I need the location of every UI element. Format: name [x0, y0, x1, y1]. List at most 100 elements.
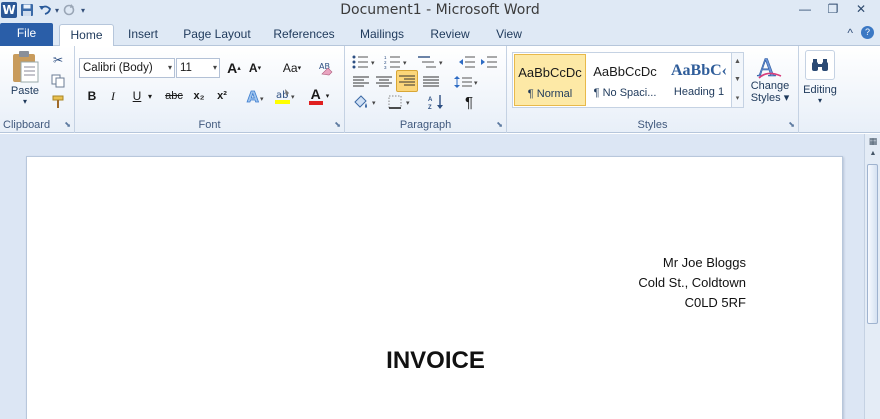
underline-button[interactable]: U — [128, 86, 146, 106]
show-hide-icon[interactable]: ¶ — [459, 92, 479, 112]
cut-icon[interactable]: ✂ — [48, 50, 68, 70]
change-styles-button[interactable]: A Change Styles ▾ — [746, 50, 794, 104]
style-no-spacing-name: ¶ No Spaci... — [593, 87, 657, 99]
paragraph-group: ▾ 1 2 3 ▾ ▾ ▾ ▾ ▾ A Z ¶ Paragraph ⬊ — [345, 46, 507, 133]
justify-icon[interactable] — [421, 72, 441, 92]
window-title: Document1 - Microsoft Word — [340, 2, 540, 18]
tab-page-layout[interactable]: Page Layout — [180, 24, 254, 46]
line-spacing-icon[interactable]: ▾ — [453, 72, 481, 92]
editing-button[interactable]: Editing ▾ — [801, 50, 839, 105]
document-area: Mr Joe Bloggs Cold St., Coldtown C0LD 5R… — [0, 134, 864, 419]
increase-indent-icon[interactable] — [479, 52, 499, 72]
format-painter-icon[interactable] — [48, 92, 68, 112]
svg-text:▾: ▾ — [474, 80, 478, 87]
close-button[interactable]: ✕ — [848, 0, 874, 18]
minimize-button[interactable]: — — [792, 0, 818, 18]
paste-button[interactable]: Paste ▾ — [6, 50, 44, 106]
font-size-combo[interactable]: 11 ▾ — [176, 58, 220, 78]
superscript-button[interactable]: x² — [211, 86, 233, 106]
tab-review[interactable]: Review — [425, 24, 475, 46]
invoice-heading: INVOICE — [386, 347, 485, 374]
copy-icon[interactable] — [48, 71, 68, 91]
tab-references[interactable]: References — [270, 24, 338, 46]
view-ruler-icon[interactable]: ▦ — [866, 136, 880, 150]
vertical-scrollbar[interactable]: ▦ ▲ — [864, 134, 880, 419]
align-right-icon[interactable] — [396, 70, 418, 92]
styles-down-icon[interactable]: ▼ — [734, 76, 741, 83]
clipboard-launcher-icon[interactable]: ⬊ — [64, 120, 71, 129]
sort-icon[interactable]: AZ — [427, 92, 447, 112]
highlight-icon: ab ▾ — [275, 89, 295, 104]
text-effects-icon: A ▾ — [247, 88, 264, 105]
styles-launcher-icon[interactable]: ⬊ — [788, 120, 795, 129]
help-icon[interactable]: ? — [861, 26, 874, 39]
scroll-up-icon[interactable]: ▲ — [866, 150, 880, 162]
binoculars-icon — [805, 50, 835, 80]
clear-formatting-icon[interactable]: AB — [316, 58, 336, 78]
bullets-icon[interactable]: ▾ — [351, 52, 379, 72]
shrink-font-button[interactable]: A ▾ — [245, 58, 265, 78]
style-no-spacing-sample: AaBbCcDc — [593, 64, 657, 79]
restore-button[interactable]: ❐ — [820, 0, 846, 18]
style-heading-1-sample: AaBbC‹ — [670, 62, 727, 79]
window-controls: — ❐ ✕ — [792, 0, 874, 18]
bold-button[interactable]: B — [83, 86, 101, 106]
paste-dropdown-icon: ▾ — [22, 97, 27, 106]
style-normal-sample: AaBbCcDc — [518, 65, 582, 80]
paste-icon — [13, 51, 39, 83]
font-size-value: 11 — [180, 62, 192, 74]
paragraph-group-label: Paragraph — [399, 119, 452, 131]
strikethrough-button[interactable]: abc — [162, 86, 186, 106]
decrease-indent-icon[interactable] — [457, 52, 477, 72]
minimize-ribbon-icon[interactable]: ^ — [847, 26, 853, 40]
svg-text:▾: ▾ — [439, 60, 443, 67]
tab-file[interactable]: File — [0, 23, 53, 46]
numbering-icon[interactable]: 1 2 3 ▾ — [383, 52, 411, 72]
svg-text:▾: ▾ — [371, 60, 375, 67]
text-effects-button[interactable]: A ▾ — [243, 86, 269, 106]
tab-home[interactable]: Home — [59, 24, 114, 47]
svg-text:▾: ▾ — [291, 94, 295, 101]
styles-gallery-scroll[interactable]: ▲ ▼ ▾ — [731, 53, 743, 107]
editing-label: Editing — [803, 84, 837, 96]
change-case-button[interactable]: Aa ▾ — [278, 58, 306, 78]
style-normal-name: ¶ Normal — [527, 88, 573, 100]
highlight-button[interactable]: ab ▾ — [273, 86, 299, 106]
align-left-icon[interactable] — [351, 72, 371, 92]
shading-icon[interactable]: ▾ — [351, 92, 381, 112]
style-no-spacing[interactable]: AaBbCcDc ¶ No Spaci... — [589, 54, 661, 106]
subscript-button[interactable]: x₂ — [188, 86, 210, 106]
font-color-dropdown-icon: ▾ — [325, 93, 330, 100]
italic-button[interactable]: I — [104, 86, 122, 106]
grow-font-icon: A — [227, 60, 238, 76]
change-case-icon: Aa — [282, 61, 298, 75]
font-size-dropdown-icon: ▾ — [212, 63, 217, 72]
grow-font-button[interactable]: A ▴ — [224, 58, 244, 78]
style-heading-1[interactable]: AaBbC‹ Heading 1 — [663, 54, 735, 106]
paragraph-launcher-icon[interactable]: ⬊ — [496, 120, 503, 129]
align-center-icon[interactable] — [374, 72, 394, 92]
tab-mailings[interactable]: Mailings — [352, 24, 412, 46]
address-name: Mr Joe Bloggs — [662, 255, 746, 270]
styles-up-icon[interactable]: ▲ — [734, 58, 741, 65]
document-page[interactable]: Mr Joe Bloggs Cold St., Coldtown C0LD 5R… — [26, 156, 843, 419]
tab-view[interactable]: View — [489, 24, 529, 46]
font-color-icon: A — [308, 87, 323, 105]
tab-insert[interactable]: Insert — [120, 24, 166, 46]
clipboard-group-label: Clipboard — [3, 119, 51, 131]
svg-text:A: A — [247, 88, 259, 105]
shrink-font-icon: A — [248, 61, 258, 75]
font-name-combo[interactable]: Calibri (Body) ▾ — [79, 58, 175, 78]
scrollbar-thumb[interactable] — [867, 164, 878, 324]
underline-dropdown-icon[interactable]: ▾ — [145, 86, 155, 106]
borders-icon[interactable]: ▾ — [387, 92, 417, 112]
editing-dropdown-icon: ▾ — [817, 96, 822, 105]
editing-group: Editing ▾ — [799, 46, 841, 133]
styles-more-icon[interactable]: ▾ — [736, 94, 740, 102]
address-line-3: C0LD 5RF — [684, 295, 746, 310]
address-line-2: Cold St., Coldtown — [638, 275, 746, 290]
font-color-button[interactable]: A ▾ — [305, 86, 333, 106]
font-launcher-icon[interactable]: ⬊ — [334, 120, 341, 129]
multilevel-list-icon[interactable]: ▾ — [417, 52, 447, 72]
style-normal[interactable]: AaBbCcDc ¶ Normal — [514, 54, 586, 106]
